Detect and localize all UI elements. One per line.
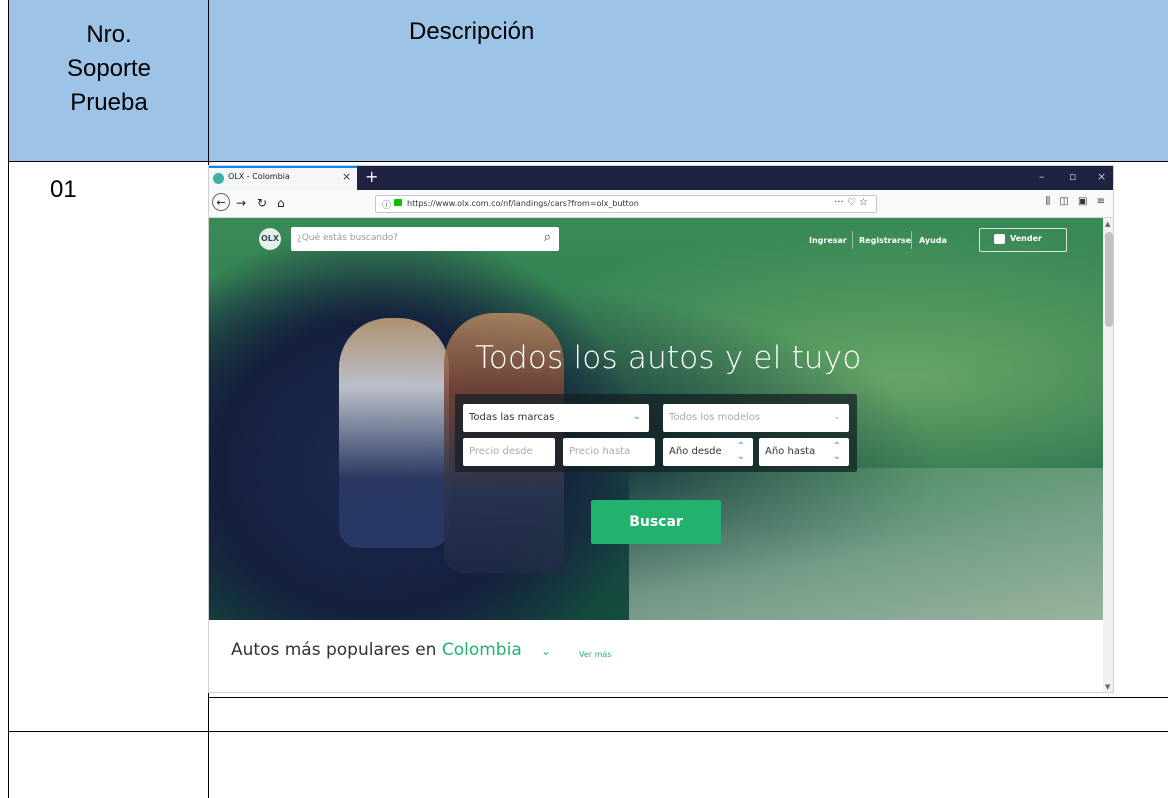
- table-border-left: [8, 0, 9, 798]
- header-description-text: Descripción: [409, 18, 535, 45]
- updown-icon: ⌃ ⌄: [736, 441, 745, 462]
- page-scrollbar[interactable]: ▲ ▼: [1103, 218, 1113, 692]
- chevron-down-icon[interactable]: ⌄: [541, 644, 551, 658]
- woman-figure: [339, 318, 449, 548]
- page-actions-icon[interactable]: ··· ♡ ☆: [834, 197, 868, 208]
- browser-screenshot: OLX - Colombia × + – ▫ × ← → ↻ ⌂ ⓘ https…: [208, 165, 1114, 693]
- nav-divider: [911, 231, 912, 249]
- search-placeholder: ¿Qué estás buscando?: [297, 233, 399, 243]
- browser-titlebar: OLX - Colombia × + – ▫ ×: [209, 166, 1113, 190]
- hero-headline: Todos los autos y el tuyo: [475, 340, 862, 376]
- price-to-placeholder: Precio hasta: [569, 446, 631, 457]
- scroll-down-icon[interactable]: ▼: [1105, 683, 1110, 691]
- scrollbar-thumb[interactable]: [1105, 232, 1113, 327]
- search-button[interactable]: Buscar: [591, 500, 721, 544]
- header-line-prueba: Prueba: [70, 89, 148, 116]
- year-to-value: Año hasta: [765, 446, 816, 457]
- brand-select[interactable]: Todas las marcas ⌄: [463, 404, 649, 432]
- help-link[interactable]: Ayuda: [919, 236, 947, 245]
- info-icon[interactable]: ⓘ: [382, 198, 391, 211]
- back-arrow-icon[interactable]: ←: [212, 193, 230, 211]
- table-border-row-bottom: [8, 731, 1168, 732]
- nav-divider: [852, 231, 853, 249]
- country-selector[interactable]: Colombia: [442, 640, 522, 660]
- sell-button[interactable]: Vender: [979, 228, 1067, 252]
- price-from-input[interactable]: Precio desde: [463, 438, 555, 466]
- row-number: 01: [50, 176, 77, 203]
- search-icon[interactable]: ⌕: [544, 230, 551, 245]
- restore-icon[interactable]: ▫: [1069, 170, 1076, 183]
- reload-icon[interactable]: ↻: [257, 195, 267, 211]
- olx-logo[interactable]: OLX: [259, 228, 281, 250]
- home-icon[interactable]: ⌂: [277, 195, 285, 211]
- camera-icon: [994, 234, 1005, 244]
- browser-navbar: ← → ↻ ⌂ ⓘ https://www.olx.com.co/nf/land…: [209, 190, 1113, 218]
- price-to-input[interactable]: Precio hasta: [563, 438, 655, 466]
- register-link[interactable]: Registrarse: [859, 236, 911, 245]
- header-cell-description: Descripción: [208, 0, 1168, 162]
- olx-favicon-icon: [213, 173, 224, 184]
- new-tab-icon[interactable]: +: [365, 166, 378, 188]
- header-line-nro: Nro.: [86, 21, 132, 48]
- login-link[interactable]: Ingresar: [809, 236, 847, 245]
- year-from-select[interactable]: Año desde ⌃ ⌄: [663, 438, 753, 466]
- header-line-soporte: Soporte: [66, 55, 152, 82]
- car-search-panel: Todas las marcas ⌄ Todos los modelos ⌄ P…: [455, 394, 857, 472]
- url-bar[interactable]: ⓘ https://www.olx.com.co/nf/landings/car…: [375, 195, 877, 213]
- model-select-value: Todos los modelos: [669, 412, 761, 423]
- hero-image: OLX ¿Qué estás buscando? ⌕ Ingresar Regi…: [209, 218, 1103, 620]
- price-from-placeholder: Precio desde: [469, 446, 533, 457]
- scroll-up-icon[interactable]: ▲: [1105, 220, 1110, 228]
- tab-title: OLX - Colombia: [228, 172, 290, 181]
- minimize-icon[interactable]: –: [1039, 170, 1045, 183]
- url-text[interactable]: https://www.olx.com.co/nf/landings/cars?…: [407, 199, 639, 208]
- header-support-number-text: Nro. Soporte Prueba: [9, 18, 209, 120]
- toolbar-icons[interactable]: ⫼ ◫ ▣ ≡: [1046, 196, 1105, 207]
- popular-prefix: Autos más populares en: [231, 640, 442, 660]
- tab-close-icon[interactable]: ×: [342, 170, 351, 183]
- popular-cars-heading: Autos más populares en Colombia: [231, 640, 522, 660]
- search-input[interactable]: ¿Qué estás buscando? ⌕: [291, 227, 559, 251]
- table-border-header-bottom: [8, 161, 1168, 162]
- model-select[interactable]: Todos los modelos ⌄: [663, 404, 849, 432]
- forward-arrow-icon[interactable]: →: [236, 195, 246, 211]
- chevron-down-icon: ⌄: [632, 411, 641, 422]
- chevron-down-icon: ⌄: [832, 411, 841, 422]
- header-cell-support-number: Nro. Soporte Prueba: [8, 0, 208, 162]
- close-window-icon[interactable]: ×: [1097, 170, 1106, 183]
- olx-page: OLX ¿Qué estás buscando? ⌕ Ingresar Regi…: [209, 218, 1103, 692]
- year-from-value: Año desde: [669, 446, 722, 457]
- updown-icon: ⌃ ⌄: [832, 441, 841, 462]
- see-more-link[interactable]: Ver más: [579, 650, 611, 659]
- table-border-image-bottom: [208, 697, 1168, 698]
- road-background: [629, 468, 1103, 620]
- browser-tab[interactable]: OLX - Colombia ×: [209, 166, 357, 190]
- brand-select-value: Todas las marcas: [469, 412, 555, 423]
- sell-label: Vender: [1010, 234, 1042, 243]
- lock-icon: [394, 199, 402, 206]
- year-to-select[interactable]: Año hasta ⌃ ⌄: [759, 438, 849, 466]
